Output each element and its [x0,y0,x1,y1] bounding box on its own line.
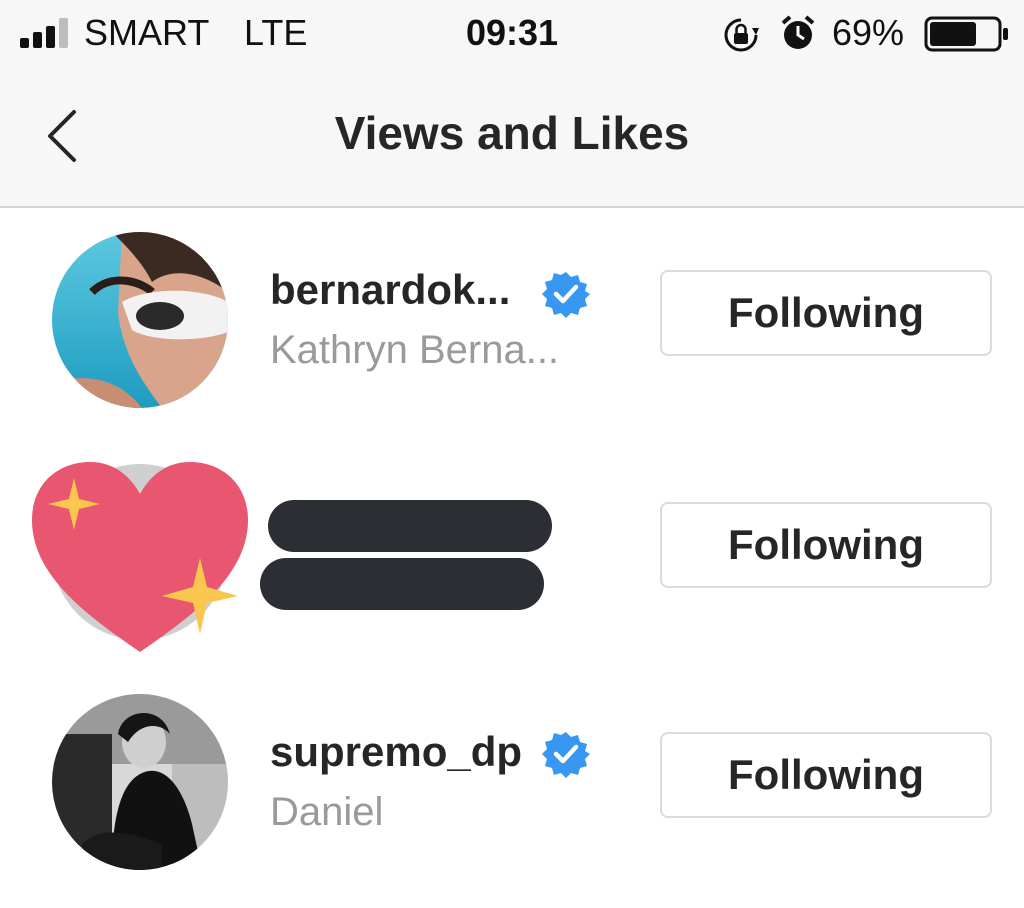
username[interactable]: bernardok... [270,266,510,314]
list-item: bernardok... Kathryn Berna... Following [0,208,1024,428]
username[interactable]: supremo_dp [270,728,522,776]
following-button[interactable]: Following [660,502,992,588]
navigation-bar: Views and Likes [0,70,1024,208]
avatar[interactable] [52,232,228,408]
sparkling-heart-icon [32,462,248,652]
battery-percent: 69% [832,12,905,53]
redaction-bar [268,500,552,552]
list-item: supremo_dp Daniel Following [0,670,1024,890]
full-name: Kathryn Berna... [270,328,560,372]
following-button[interactable]: Following [660,732,992,818]
verified-badge-icon [542,272,590,318]
page-title: Views and Likes [334,107,690,159]
status-bar: SMART LTE 09:31 69% [0,0,1024,70]
battery-icon [924,16,1008,52]
following-button[interactable]: Following [660,270,992,356]
redaction-bar [260,558,544,610]
avatar[interactable] [52,694,228,870]
full-name: Daniel [270,790,384,834]
orientation-lock-icon [724,18,759,52]
alarm-icon [781,15,815,49]
verified-badge-icon [542,732,590,778]
